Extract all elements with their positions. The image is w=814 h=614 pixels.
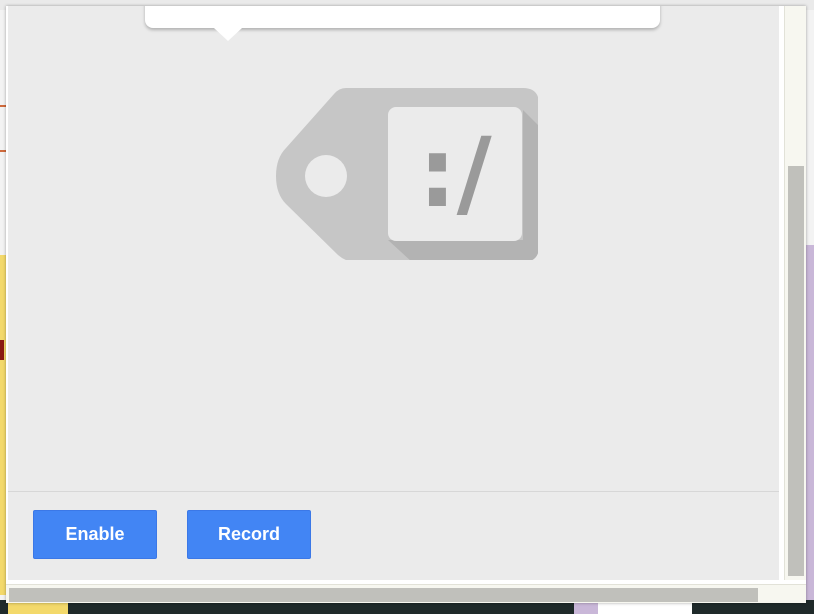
tag-hole	[305, 155, 347, 197]
record-button[interactable]: Record	[187, 510, 311, 559]
enable-button[interactable]: Enable	[33, 510, 157, 559]
tooltip-bubble	[145, 6, 660, 28]
popup-content: :/ Enable Record	[8, 6, 779, 580]
sad-tag-icon: :/	[276, 88, 538, 260]
popup-footer: Enable Record	[8, 491, 779, 580]
horizontal-scrollbar-thumb[interactable]	[9, 588, 758, 602]
background-page-panel	[806, 245, 814, 614]
tag-face-text: :/	[418, 117, 492, 229]
tooltip-arrow	[214, 28, 242, 41]
extension-popup: :/ Enable Record	[6, 6, 806, 603]
vertical-scrollbar-thumb[interactable]	[788, 166, 804, 576]
background-page-accent	[0, 340, 4, 360]
